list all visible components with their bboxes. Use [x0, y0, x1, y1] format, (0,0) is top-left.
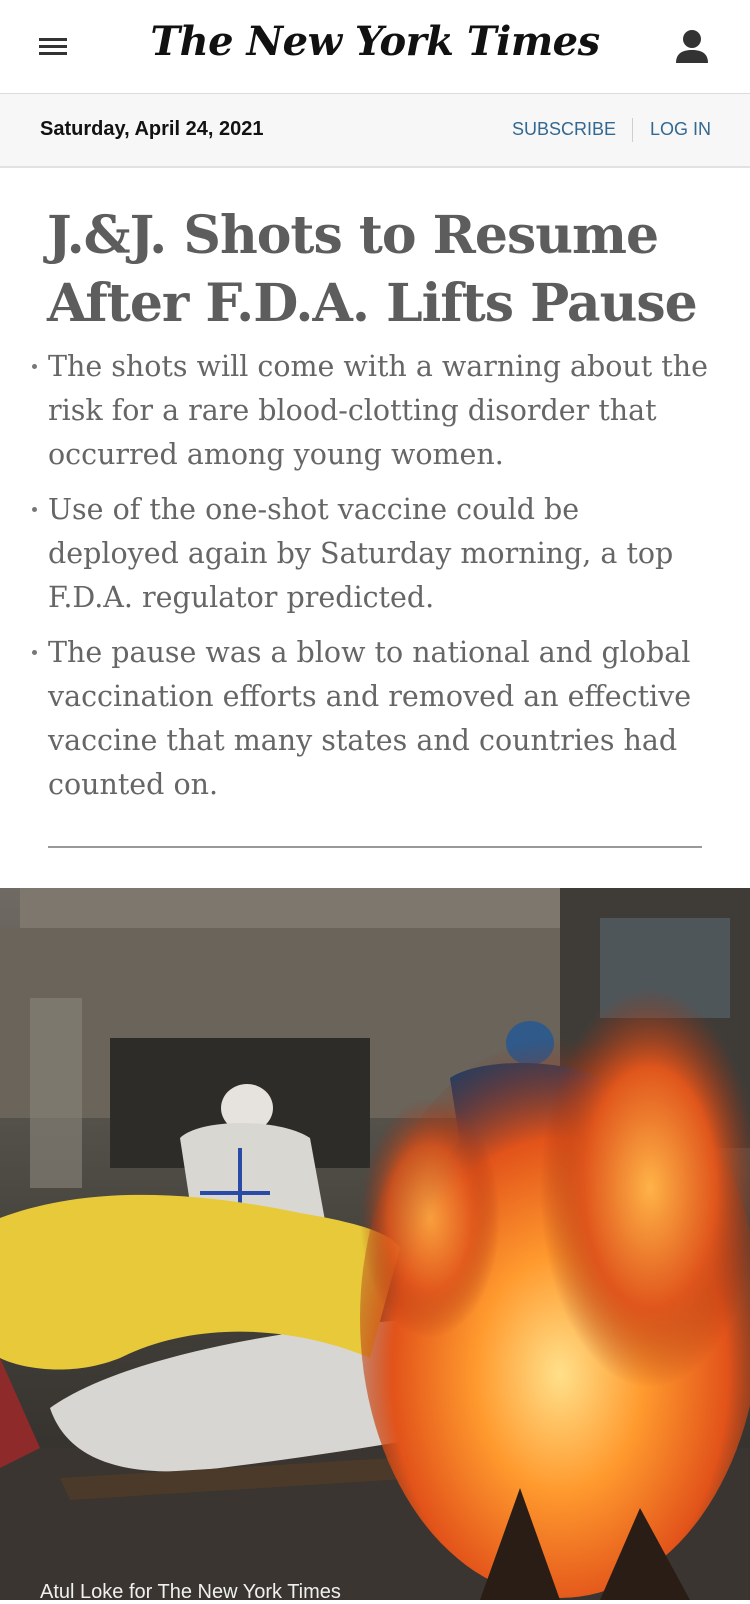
section-divider	[48, 846, 702, 848]
nyt-logo[interactable]: The New York Times	[0, 18, 750, 65]
article-headline[interactable]: J.&J. Shots to Resume After F.D.A. Lifts…	[47, 202, 707, 338]
current-date: Saturday, April 24, 2021	[40, 118, 264, 140]
article-photo[interactable]	[0, 888, 750, 1600]
subscribe-link[interactable]: SUBSCRIBE	[512, 119, 616, 140]
masthead: The New York Times	[0, 0, 750, 94]
login-link[interactable]: LOG IN	[650, 119, 711, 140]
date-bar: Saturday, April 24, 2021 SUBSCRIBE LOG I…	[0, 94, 750, 168]
summary-item: The pause was a blow to national and glo…	[0, 631, 718, 807]
article-summary: The shots will come with a warning about…	[0, 345, 750, 818]
photo-illustration	[0, 888, 750, 1600]
account-icon[interactable]	[672, 26, 712, 70]
photo-credit: Atul Loke for The New York Times	[40, 1581, 341, 1603]
divider	[632, 118, 633, 142]
summary-item: Use of the one-shot vaccine could be dep…	[0, 488, 718, 620]
summary-item: The shots will come with a warning about…	[0, 345, 718, 477]
